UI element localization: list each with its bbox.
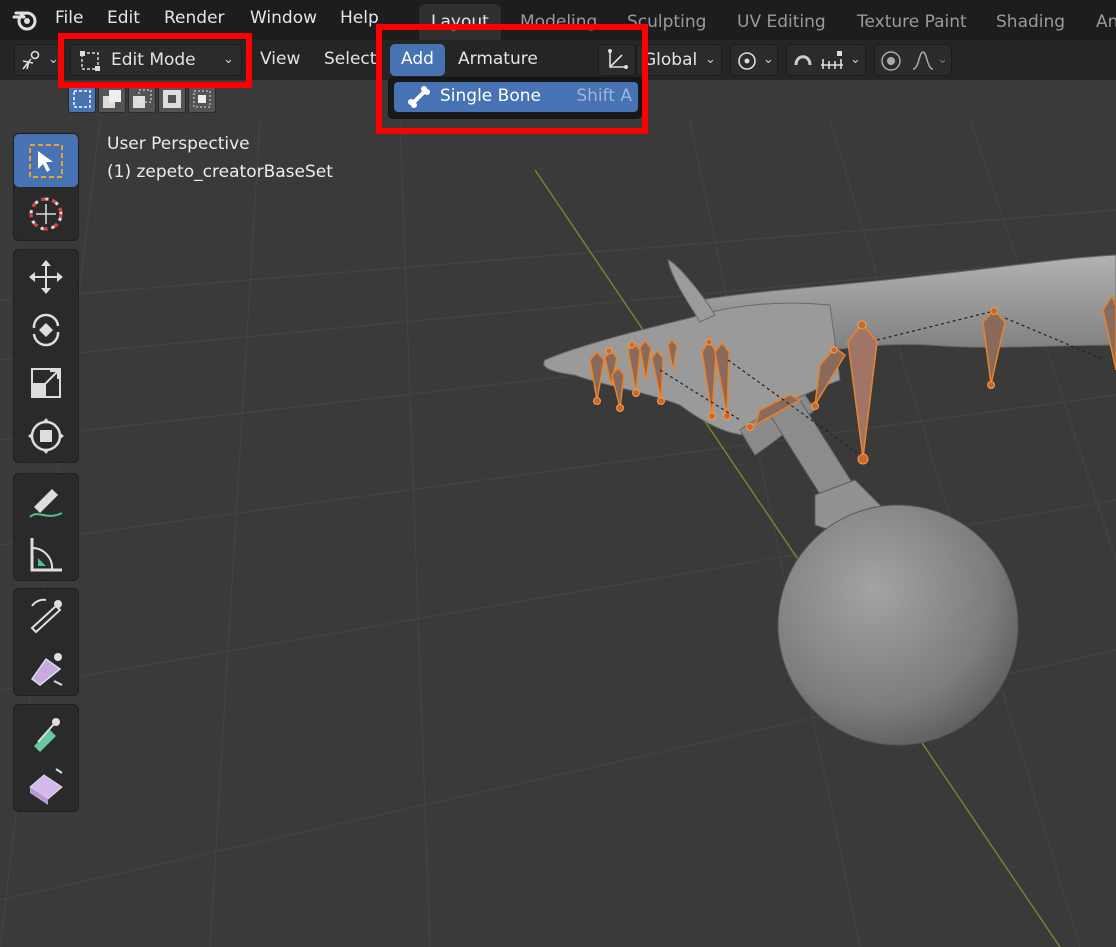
transform-icon xyxy=(28,418,64,454)
select-extend-button[interactable] xyxy=(98,85,126,113)
menu-select[interactable]: Select xyxy=(324,44,376,76)
proportional-editing[interactable]: ⌄ xyxy=(874,44,952,76)
snap-settings[interactable]: ⌄ xyxy=(786,44,866,76)
toolbar-bone-group xyxy=(13,588,79,696)
select-intersect-button[interactable] xyxy=(188,85,216,113)
pivot-point-dropdown[interactable]: ⌄ xyxy=(730,44,778,76)
tool-shear[interactable] xyxy=(14,758,78,811)
toolbar-select-group xyxy=(13,133,79,241)
orientation-label: Global xyxy=(643,50,698,70)
tab-uv-editing[interactable]: UV Editing xyxy=(725,4,838,40)
select-box-icon xyxy=(29,144,63,178)
tool-move[interactable] xyxy=(14,250,78,303)
viewport-object-label: (1) zepeto_creatorBaseSet xyxy=(107,162,333,182)
tool-cursor[interactable] xyxy=(14,187,78,240)
measure-icon xyxy=(30,538,62,572)
rotate-icon xyxy=(32,313,60,347)
chevron-down-icon: ⌄ xyxy=(763,52,774,67)
orientation-dropdown[interactable]: Global ⌄ xyxy=(636,44,722,76)
annotate-icon xyxy=(29,489,63,518)
select-invert-icon xyxy=(163,90,181,108)
cursor-icon xyxy=(29,197,63,231)
chevron-down-icon: ⌄ xyxy=(937,52,948,67)
highlight-box-mode xyxy=(58,33,252,88)
tab-animation[interactable]: An xyxy=(1084,4,1116,40)
snap-icon xyxy=(794,55,812,66)
tool-extrude[interactable] xyxy=(14,705,78,758)
tab-shading[interactable]: Shading xyxy=(984,4,1077,40)
tool-annotate[interactable] xyxy=(14,474,78,527)
select-new-icon xyxy=(73,90,91,108)
toolbar-annotate-group xyxy=(13,473,79,581)
select-new-button[interactable] xyxy=(68,85,96,113)
snap-increment-icon xyxy=(821,51,843,69)
extrude-icon xyxy=(34,718,60,752)
move-icon xyxy=(29,260,63,294)
tool-rotate[interactable] xyxy=(14,303,78,356)
tool-scale[interactable] xyxy=(14,356,78,409)
editor-type-button[interactable]: ⌄ xyxy=(14,44,62,76)
scale-icon xyxy=(31,368,61,398)
menu-view[interactable]: View xyxy=(260,44,300,76)
menu-window[interactable]: Window xyxy=(250,8,317,28)
highlight-box-add-menu xyxy=(376,24,648,134)
tab-texture-paint[interactable]: Texture Paint xyxy=(845,4,979,40)
tool-select-box[interactable] xyxy=(14,134,78,187)
tool-measure[interactable] xyxy=(14,527,78,580)
toolbar-extrude-group xyxy=(13,704,79,812)
shear-icon xyxy=(29,768,63,805)
menu-render[interactable]: Render xyxy=(164,8,225,28)
select-invert-button[interactable] xyxy=(158,85,186,113)
menu-help[interactable]: Help xyxy=(340,8,379,28)
tool-roll[interactable] xyxy=(14,589,78,642)
select-intersect-icon xyxy=(193,90,211,108)
select-subtract-icon xyxy=(133,89,152,108)
prop-ball-mesh xyxy=(777,504,1019,746)
menu-edit[interactable]: Edit xyxy=(107,8,140,28)
select-extend-icon xyxy=(103,90,121,108)
tool-transform[interactable] xyxy=(14,409,78,462)
pivot-link-icon xyxy=(738,52,756,70)
select-subtract-button[interactable] xyxy=(128,85,156,113)
chevron-down-icon: ⌄ xyxy=(705,52,716,67)
toolbar-transform-group xyxy=(13,249,79,463)
falloff-curve-icon xyxy=(912,51,934,70)
tool-bone-size[interactable] xyxy=(14,642,78,695)
armature-editor-icon xyxy=(22,50,40,70)
bone-size-icon xyxy=(30,653,63,686)
menu-file[interactable]: File xyxy=(55,8,83,28)
blender-logo-icon[interactable] xyxy=(12,7,38,33)
proportional-editing-icon xyxy=(881,51,901,71)
chevron-down-icon: ⌄ xyxy=(850,52,861,67)
selection-mode-buttons xyxy=(68,85,218,115)
bone-roll-icon xyxy=(30,598,62,634)
viewport-perspective-label: User Perspective xyxy=(107,134,250,154)
